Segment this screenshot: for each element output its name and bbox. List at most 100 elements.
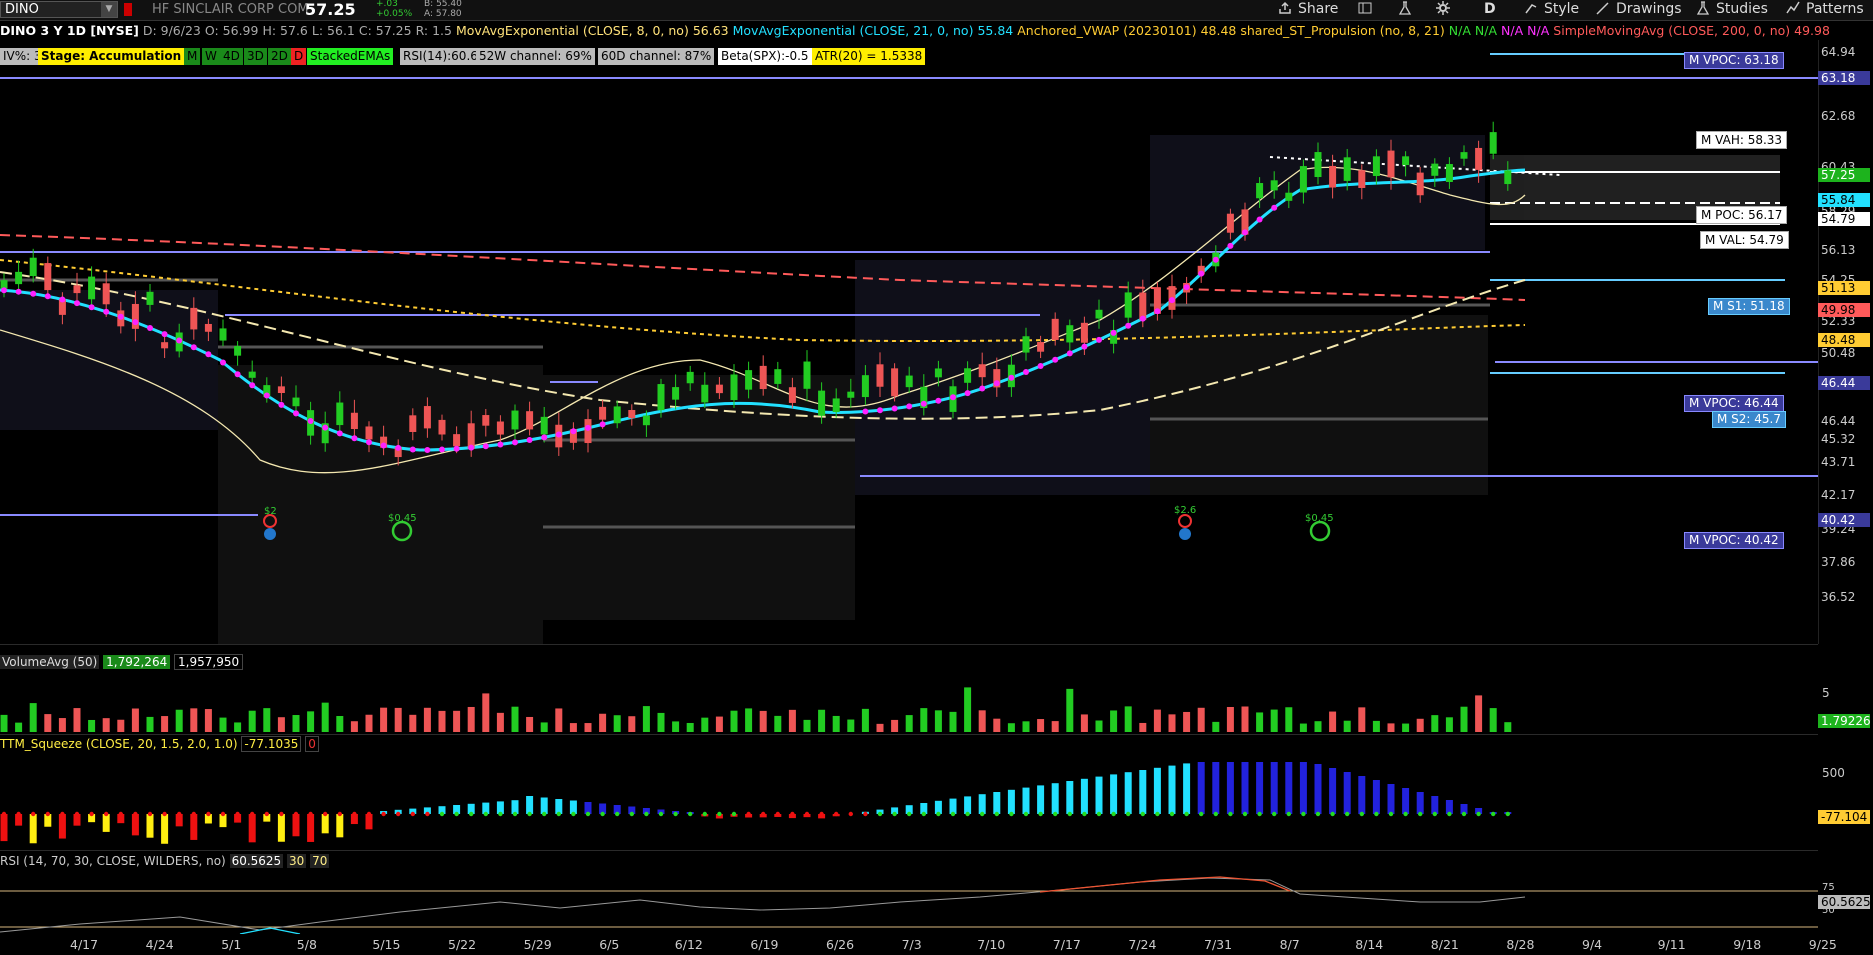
candle [336, 402, 344, 426]
squeeze-dot [1242, 811, 1248, 817]
volume-bar [1270, 709, 1278, 732]
flask-icon [1398, 1, 1412, 15]
studies-button[interactable]: Studies [1696, 0, 1768, 20]
date-axis[interactable]: 4/17 4/24 5/1 5/8 5/15 5/22 5/29 6/5 6/12 6/19 6/2… [0, 935, 1837, 955]
aggregation-button[interactable]: D [1484, 0, 1496, 20]
drawings-button[interactable]: Drawings [1596, 0, 1682, 20]
dividend-icon[interactable] [1309, 520, 1331, 542]
candle [1358, 170, 1366, 188]
ema-dot [497, 441, 504, 448]
price-chart[interactable]: $2 $0.45 $2.6 $0.45 [0, 40, 1818, 644]
patterns-button[interactable]: Patterns [1786, 0, 1864, 20]
squeeze-dot [775, 811, 780, 817]
candle [292, 397, 300, 407]
ema-dot [1169, 297, 1175, 304]
squeeze-dot [31, 811, 36, 817]
pane-divider[interactable] [0, 850, 1818, 851]
ema-dot [351, 435, 358, 442]
price-tag-sma: 49.98 [1818, 303, 1870, 317]
ttm-bar [978, 794, 986, 814]
ema-dot [979, 385, 986, 392]
candle [44, 263, 52, 291]
squeeze-dot [177, 811, 182, 817]
candle [686, 371, 694, 384]
ttm-bar [336, 814, 344, 838]
vwap-label[interactable]: Anchored_VWAP (20230101) [1017, 23, 1196, 38]
squeeze-dot [921, 811, 926, 817]
price-tick: 62.68 [1821, 109, 1856, 123]
ema21-label[interactable]: MovAvgExponential (CLOSE, 21, 0, no) [733, 23, 974, 38]
squeeze-dot [147, 811, 153, 817]
rsi-value: 60.5625 [229, 854, 284, 868]
info-icon[interactable] [1179, 528, 1191, 540]
candle [715, 384, 723, 394]
ttm-bar [0, 814, 8, 842]
volume-bar [657, 712, 665, 732]
candle [1080, 322, 1088, 343]
date-tick: 8/28 [1506, 937, 1535, 952]
squeeze-dot [1213, 811, 1219, 817]
share-button[interactable]: Share [1278, 0, 1338, 20]
ema-dot [44, 293, 51, 300]
ttm-bar [307, 814, 315, 842]
volume-bar [978, 710, 986, 732]
rsi-chart[interactable] [0, 872, 1818, 934]
sma-value: 49.98 [1794, 23, 1830, 38]
settings-button[interactable] [1436, 0, 1456, 20]
date-tick: 9/11 [1657, 937, 1686, 952]
candle [818, 390, 826, 416]
ema8-label[interactable]: MovAvgExponential (CLOSE, 8, 0, no) [456, 23, 689, 38]
volume-chart[interactable] [0, 672, 1818, 732]
ttm-title[interactable]: TTM_Squeeze (CLOSE, 20, 1.5, 2.0, 1.0) [0, 737, 238, 751]
ema-dot [993, 380, 1000, 387]
squeeze-dot [936, 811, 941, 817]
candle [161, 342, 169, 349]
link-color-icon[interactable] [124, 3, 132, 16]
ttm-bar [555, 799, 563, 814]
ema8-value: 56.63 [692, 23, 729, 38]
studies-label: Studies [1716, 1, 1768, 17]
volume-bar [993, 718, 1001, 732]
pane-divider[interactable] [0, 644, 1818, 645]
candle [102, 283, 110, 305]
squeeze-dot [191, 811, 196, 817]
volume-bar [1037, 719, 1045, 732]
bar-open: O: 56.99 [204, 23, 259, 38]
volume-bar [204, 709, 212, 732]
squeeze-dot [892, 811, 897, 817]
date-tick: 6/12 [674, 937, 703, 952]
rsi-title[interactable]: RSI (14, 70, 30, CLOSE, WILDERS, no) [0, 854, 226, 868]
volume-bar [1212, 721, 1220, 732]
na-value-2: N/A [1474, 23, 1498, 38]
pane-divider[interactable] [0, 734, 1818, 735]
symbol-dropdown-icon[interactable]: ▼ [101, 2, 117, 17]
ttm-tag: -77.104 [1818, 810, 1870, 824]
volume-bar [1168, 714, 1176, 732]
chart-title[interactable]: DINO 3 Y 1D [NYSE] [0, 23, 139, 38]
volume-bar [730, 710, 738, 732]
ttm-chart[interactable] [0, 754, 1818, 849]
candle [701, 384, 709, 403]
last-price: 57.25 [305, 0, 356, 19]
squeeze-dot [1009, 811, 1014, 817]
volume-bar [891, 719, 899, 732]
volume-bar [905, 715, 913, 732]
ttm-bar [1256, 762, 1264, 814]
earnings-icon[interactable] [1178, 514, 1192, 528]
volume-bar [131, 708, 139, 732]
volume-title[interactable]: VolumeAvg (50) [0, 655, 100, 669]
info-icon[interactable] [264, 528, 276, 540]
volume-bar [818, 709, 826, 732]
price-tag-vwap: 48.48 [1818, 333, 1870, 347]
volume-value: 1,792,264 [103, 655, 171, 669]
squeeze-dot [950, 811, 956, 817]
symbol-input[interactable]: DINO ▼ [0, 1, 118, 18]
st-propulsion-label[interactable]: shared_ST_Propulsion (no, 8, 21) [1240, 23, 1444, 38]
volume-bar [1095, 720, 1103, 732]
date-tick: 7/3 [901, 937, 922, 952]
volume-tag: 1.79226 [1818, 714, 1871, 728]
sma-label[interactable]: SimpleMovingAvg (CLOSE, 200, 0, no) [1553, 23, 1790, 38]
flask-button[interactable] [1398, 0, 1418, 20]
style-button[interactable]: Style [1524, 0, 1579, 20]
flexible-grid-button[interactable] [1358, 0, 1378, 20]
